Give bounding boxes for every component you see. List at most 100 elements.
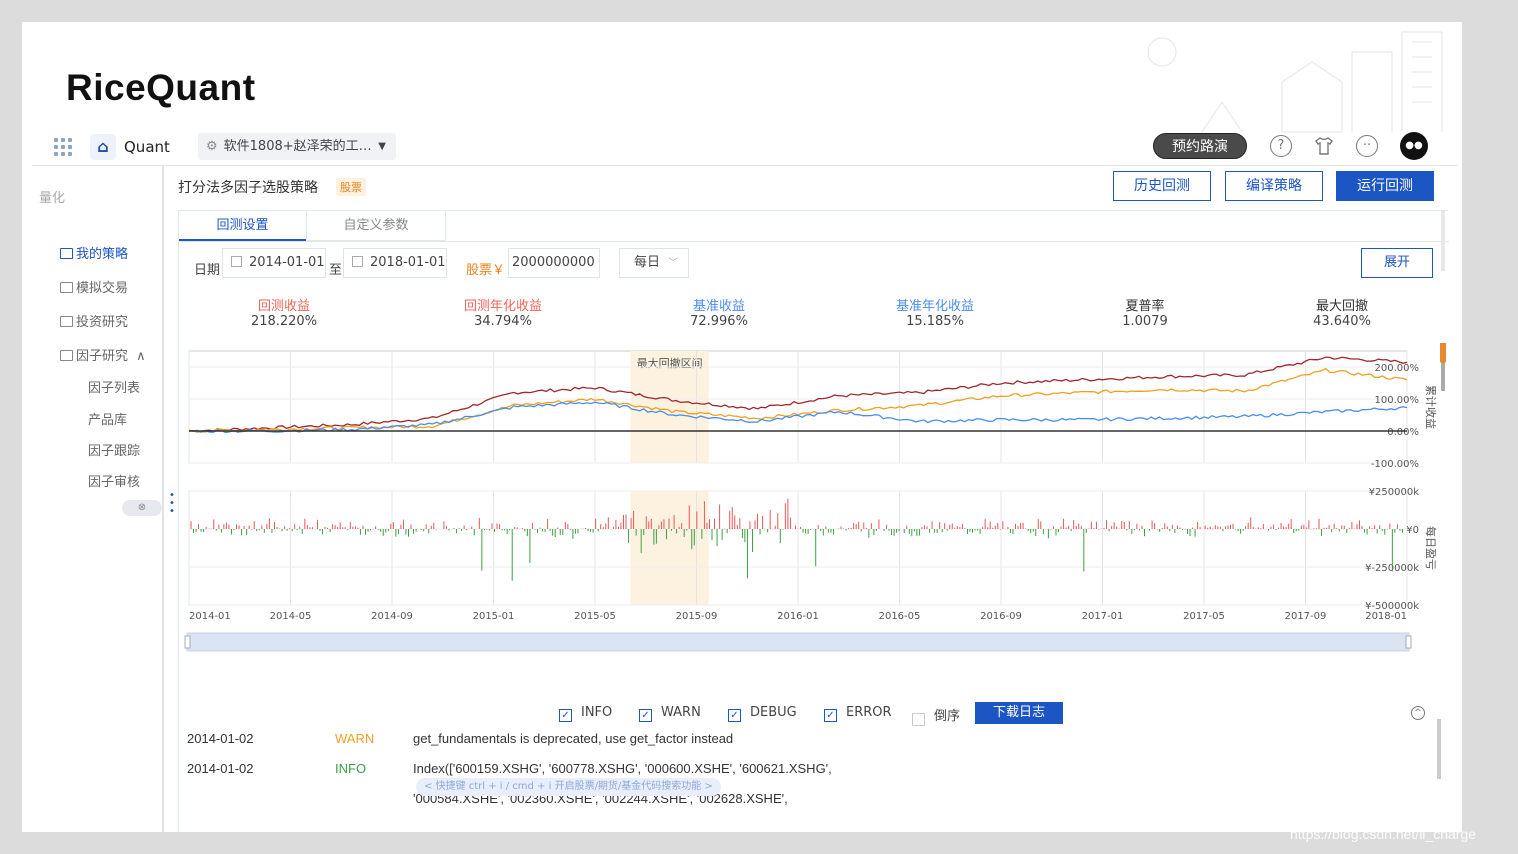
- app-window: RiceQuant ⌂ Quant ⚙ 软件1808+赵泽荣的工… ▼ 预约路演 …: [22, 22, 1462, 832]
- y-tick-label: ¥250000k: [1369, 487, 1420, 498]
- x-tick-label: 2016-01: [777, 611, 819, 622]
- to-label: 至: [329, 263, 343, 278]
- watermark: https://blog.csdn.net/li_charge: [1290, 826, 1477, 842]
- chat-icon[interactable]: ··: [1356, 135, 1378, 157]
- filter-info[interactable]: ✓ INFO: [559, 705, 612, 722]
- filter-debug[interactable]: ✓ DEBUG: [728, 705, 797, 722]
- workspace-select[interactable]: ⚙ 软件1808+赵泽荣的工… ▼: [198, 133, 396, 160]
- sidebar-subitem-factor-tracking[interactable]: 因子跟踪: [88, 440, 140, 459]
- vertical-scrollbar[interactable]: [1441, 211, 1445, 271]
- chevron-up-icon: ∧: [136, 349, 146, 364]
- drawdown-annotation: 最大回撤区间: [637, 356, 703, 370]
- checkbox-icon: ✓: [559, 709, 572, 722]
- sidebar-item-factor-research[interactable]: 因子研究 ∧: [60, 345, 146, 364]
- caret-down-icon: ▼: [378, 141, 386, 152]
- gear-icon: ⚙: [206, 139, 218, 154]
- tab-custom-params[interactable]: 自定义参数: [306, 211, 446, 241]
- y-tick-label: ¥0: [1406, 525, 1419, 536]
- expand-button[interactable]: 展开: [1361, 248, 1433, 278]
- range-slider: [186, 632, 1410, 652]
- sidebar-section-title: 量化: [39, 191, 66, 206]
- strategy-icon: [60, 248, 73, 259]
- collapse-sidebar-button[interactable]: ⊗: [122, 500, 162, 516]
- strategy-type-badge: 股票: [336, 178, 366, 196]
- run-backtest-button[interactable]: 运行回测: [1336, 171, 1434, 201]
- filter-warn[interactable]: ✓ WARN: [639, 705, 701, 722]
- sidebar-subitem-factor-list[interactable]: 因子列表: [88, 377, 140, 396]
- line-ylabel: 累计收益: [1424, 385, 1438, 429]
- x-tick-label: 2017-05: [1183, 611, 1225, 622]
- performance-stats: 回测收益 218.220% 回测年化收益 34.794% 基准收益 72.996% 基…: [179, 291, 1449, 337]
- end-date-input[interactable]: 2018-01-01: [343, 248, 447, 278]
- backtest-panel: 回测设置 自定义参数 日期 2014-01-01 至 2018-01-01 股票…: [178, 210, 1449, 832]
- x-tick-label: 2014-09: [371, 611, 413, 622]
- capital-label: 股票￥: [466, 263, 506, 278]
- workspace-name: 软件1808+赵泽荣的工…: [223, 139, 372, 154]
- x-tick-label: 2015-01: [473, 611, 515, 622]
- y-tick-label: 200.00%: [1375, 363, 1420, 374]
- stat-sharpe: 夏普率 1.0079: [1122, 299, 1168, 329]
- y-tick-label: -100.00%: [1371, 459, 1419, 470]
- ricequant-logo[interactable]: RiceQuant: [66, 67, 256, 109]
- x-tick-label: 2016-05: [879, 611, 921, 622]
- background-illustration: [1147, 31, 1443, 133]
- app-grid-icon[interactable]: [54, 138, 72, 156]
- product-label[interactable]: Quant: [124, 138, 170, 156]
- settings-bar: 日期 2014-01-01 至 2018-01-01 股票￥ 200000000…: [179, 241, 1449, 289]
- sidebar-subitem-factor-review[interactable]: 因子审核: [88, 471, 140, 490]
- tshirt-icon[interactable]: [1313, 135, 1335, 157]
- log-scrollbar[interactable]: [1437, 719, 1441, 779]
- capital-input[interactable]: 2000000000: [508, 248, 600, 278]
- factor-research-icon: [60, 350, 73, 361]
- main-content: 打分法多因子选股策略 股票 历史回测 编译策略 运行回测 回测设置 自定义参数 …: [166, 166, 1458, 832]
- filter-reverse-order[interactable]: ✓倒序: [912, 705, 960, 726]
- research-icon: [60, 316, 73, 327]
- y-tick-label: 0.00%: [1387, 427, 1419, 438]
- top-navigation: ⌂ Quant ⚙ 软件1808+赵泽荣的工… ▼ 预约路演 ? ·· ●●: [32, 128, 1458, 166]
- date-label: 日期: [194, 263, 221, 278]
- x-tick-label: 2015-05: [574, 611, 616, 622]
- filter-error[interactable]: ✓ ERROR: [824, 705, 892, 722]
- x-tick-label: 2018-01: [1365, 611, 1407, 622]
- x-tick-label: 2015-09: [676, 611, 718, 622]
- stat-max-drawdown: 最大回撤 43.640%: [1313, 299, 1371, 329]
- backtest-charts: 最大回撤区间-100.00%0.00%100.00%200.00%累计收益¥-5…: [184, 343, 1446, 652]
- checkbox-icon: ✓: [728, 709, 741, 722]
- compile-strategy-button[interactable]: 编译策略: [1225, 171, 1323, 201]
- history-backtest-button[interactable]: 历史回测: [1113, 171, 1211, 201]
- sidebar-item-paper-trading[interactable]: 模拟交易: [60, 277, 128, 296]
- quant-product-icon[interactable]: ⌂: [90, 134, 116, 160]
- stat-annual-return: 回测年化收益 34.794%: [463, 299, 542, 329]
- sidebar-subitem-product-library[interactable]: 产品库: [88, 409, 127, 428]
- y-tick-label: 100.00%: [1375, 395, 1420, 406]
- calendar-icon: [352, 256, 363, 267]
- checkbox-icon: ✓: [639, 709, 652, 722]
- x-tick-label: 2014-05: [270, 611, 312, 622]
- sidebar-item-my-strategies[interactable]: 我的策略: [60, 243, 128, 262]
- tab-backtest-settings[interactable]: 回测设置: [179, 211, 306, 241]
- x-tick-label: 2017-01: [1082, 611, 1124, 622]
- scroll-top-icon[interactable]: ^: [1411, 706, 1425, 720]
- shortcut-hint: < 快捷键 ctrl + i / cmd + i 开启股票/期货/基金代码搜索功…: [416, 778, 721, 796]
- help-icon[interactable]: ?: [1270, 135, 1292, 157]
- calendar-icon: [231, 256, 242, 267]
- checkbox-icon: ✓: [824, 709, 837, 722]
- sidebar-item-research[interactable]: 投资研究: [60, 311, 128, 330]
- sidebar: 量化 我的策略 模拟交易 投资研究 因子研究 ∧ 因子列表 产品库 因子跟踪 因…: [32, 166, 164, 832]
- start-date-input[interactable]: 2014-01-01: [222, 248, 326, 278]
- checkbox-icon: ✓: [912, 713, 925, 726]
- paper-trading-icon: [60, 282, 73, 293]
- user-avatar[interactable]: ●●: [1400, 132, 1428, 160]
- strategy-title: 打分法多因子选股策略: [178, 180, 318, 196]
- frequency-select[interactable]: 每日 ﹀: [619, 248, 689, 278]
- x-tick-label: 2016-09: [980, 611, 1022, 622]
- download-log-button[interactable]: 下载日志: [975, 702, 1063, 724]
- x-tick-label: 2014-01: [189, 611, 231, 622]
- chevron-down-icon: ﹀: [668, 258, 679, 269]
- stat-benchmark-annual-return: 基准年化收益 15.185%: [895, 299, 974, 329]
- chart-scrollbar-thumb: [1440, 343, 1446, 363]
- book-roadshow-button[interactable]: 预约路演: [1153, 133, 1247, 159]
- bar-ylabel: 每日盈亏: [1424, 526, 1438, 570]
- range-slider-handle-right: [1405, 635, 1412, 649]
- stat-backtest-return: 回测收益 218.220%: [250, 299, 318, 329]
